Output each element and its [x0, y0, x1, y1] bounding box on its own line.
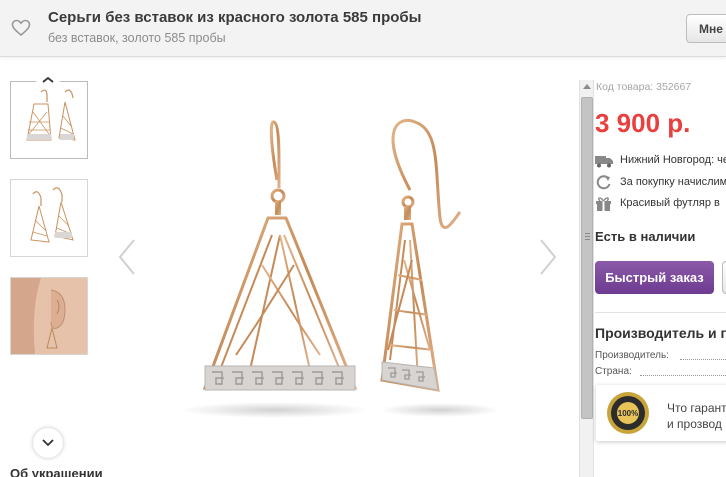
thumbnail-2[interactable]: [10, 179, 88, 257]
manufacturer-heading: Производитель и п: [595, 325, 726, 341]
product-code: Код товара: 352667: [596, 81, 692, 93]
scrollbar-thumb[interactable]: [581, 97, 593, 419]
thumbnails-down-button[interactable]: [33, 428, 63, 458]
quick-order-button[interactable]: Быстрый заказ: [595, 261, 714, 294]
refresh-icon: [596, 175, 611, 190]
page-scrollbar[interactable]: [579, 80, 594, 477]
model-wearing-earring-thumbnail: [11, 278, 87, 354]
attr-label-country: Страна:: [595, 366, 632, 377]
header-action-button[interactable]: Мне: [686, 14, 726, 43]
earrings-thumbnail-image: [26, 89, 76, 141]
bonus-text: За покупку начислим: [620, 176, 726, 188]
guarantee-text-2: и прозвод: [667, 417, 722, 431]
guarantee-text-1: Что гарант: [667, 401, 726, 415]
quality-seal-badge: 100%: [607, 392, 649, 434]
delivery-text: Нижний Новгород: че: [620, 154, 726, 166]
earrings-side-thumbnail-image: [30, 187, 74, 243]
thumbnail-3[interactable]: [10, 277, 88, 355]
divider: [595, 312, 726, 313]
dotted-leader: [680, 359, 726, 360]
thumbnails-up-button[interactable]: [35, 74, 61, 88]
stock-status: Есть в наличии: [595, 229, 696, 244]
chevron-up-icon: [42, 76, 54, 83]
page-subtitle: без вставок, золото 585 пробы: [48, 31, 226, 45]
product-header: Серьги без вставок из красного золота 58…: [0, 0, 726, 57]
section-title-about: Об украшении: [10, 466, 103, 477]
gift-box-text: Красивый футляр в: [620, 197, 720, 209]
dotted-leader: [640, 375, 726, 376]
chevron-down-icon: [42, 439, 54, 447]
grip-icon: [585, 233, 590, 234]
secondary-order-button[interactable]: [722, 261, 726, 294]
seal-text: 100%: [618, 409, 638, 418]
page-title: Серьги без вставок из красного золота 58…: [48, 9, 422, 26]
thumbnail-1[interactable]: [10, 81, 88, 159]
previous-image-arrow[interactable]: [114, 236, 138, 278]
gift-icon: [596, 197, 611, 211]
truck-icon: [595, 156, 613, 168]
product-price: 3 900 р.: [595, 108, 691, 138]
attr-label-manufacturer: Производитель:: [595, 350, 669, 361]
heart-icon[interactable]: [11, 18, 31, 38]
next-image-arrow[interactable]: [537, 236, 561, 278]
scroll-up-icon[interactable]: [583, 84, 591, 89]
main-product-image[interactable]: [150, 100, 530, 430]
guarantee-banner[interactable]: 100% Что гарант и прозвод: [596, 385, 726, 441]
